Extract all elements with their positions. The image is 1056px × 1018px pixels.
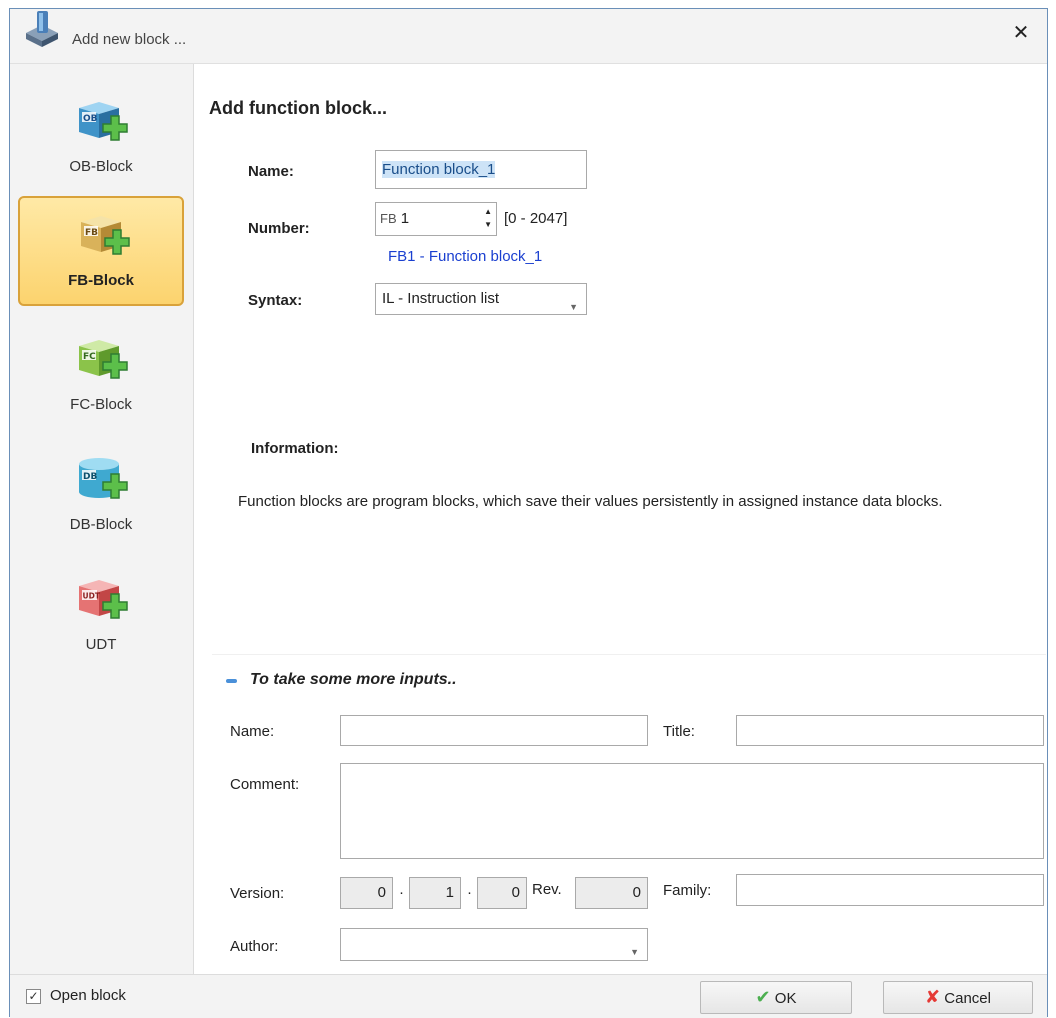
cancel-button-label: Cancel [944, 990, 991, 1007]
spin-arrows-icon[interactable]: ▲ ▼ [484, 205, 492, 231]
rev-input[interactable]: 0 [575, 877, 648, 909]
extra-name-label: Name: [230, 723, 275, 740]
version-patch-value: 0 [511, 884, 520, 901]
sidebar-item-label: UDT [85, 636, 117, 653]
udt-block-icon: UDT [79, 580, 128, 619]
family-input[interactable] [736, 874, 1044, 906]
check-icon: ✔ [755, 987, 771, 1007]
family-label: Family: [663, 882, 712, 899]
sidebar-item-label: OB-Block [69, 158, 133, 175]
rev-label: Rev. [532, 881, 562, 898]
svg-text:FC: FC [83, 352, 96, 362]
number-value: 1 [400, 210, 410, 227]
number-stepper[interactable]: FB 1 ▲ ▼ [375, 202, 497, 236]
sidebar-item-db-block[interactable]: DB DB-Block [18, 442, 184, 552]
sidebar-item-fb-block[interactable]: FB FB-Block [18, 196, 184, 306]
name-input-value: Function block_1 [382, 161, 496, 178]
collapse-icon[interactable] [226, 679, 237, 683]
main-panel: Add function block... Name: Function blo… [194, 64, 1047, 974]
db-block-icon: DB [79, 458, 128, 499]
comment-label: Comment: [230, 776, 300, 793]
svg-text:DB: DB [83, 472, 97, 482]
more-inputs-toggle[interactable]: To take some more inputs.. [250, 671, 457, 689]
more-inputs-section: To take some more inputs.. Name: Title: … [212, 654, 1046, 975]
version-label: Version: [230, 885, 285, 902]
ok-button[interactable]: ✔ OK [700, 981, 852, 1014]
information-label: Information: [251, 440, 339, 457]
title-input[interactable] [736, 715, 1044, 746]
sidebar-item-udt[interactable]: UDT UDT [18, 562, 184, 672]
chevron-down-icon: ▼ [630, 947, 639, 957]
title-label: Title: [663, 723, 695, 740]
chevron-down-icon: ▼ [569, 302, 578, 312]
block-type-sidebar: OB OB-Block FB FB-Block FC FC-Block DB D… [10, 64, 194, 974]
app-logo-icon [26, 11, 58, 47]
window-title: Add new block ... [72, 31, 187, 48]
fc-block-icon: FC [79, 340, 128, 379]
name-label: Name: [248, 163, 294, 180]
close-button[interactable]: ✕ [1009, 21, 1033, 45]
sidebar-item-label: FC-Block [70, 396, 132, 413]
title-bar: Add new block ... ✕ [10, 9, 1047, 64]
fb-block-icon: FB [81, 216, 130, 255]
version-minor-value: 1 [445, 884, 454, 901]
syntax-value: IL - Instruction list [382, 290, 499, 307]
author-select[interactable]: ▼ [340, 928, 648, 961]
extra-name-input[interactable] [340, 715, 648, 746]
sidebar-item-label: FB-Block [68, 272, 134, 289]
open-block-checkbox[interactable]: ✓ [26, 989, 41, 1004]
open-block-label[interactable]: Open block [50, 987, 126, 1004]
ob-block-icon: OB [79, 102, 128, 141]
comment-textarea[interactable] [340, 763, 1044, 859]
syntax-label: Syntax: [248, 292, 303, 309]
information-text: Function blocks are program blocks, whic… [238, 493, 943, 510]
version-major-input[interactable]: 0 [340, 877, 393, 909]
version-major-value: 0 [377, 884, 386, 901]
rev-value: 0 [632, 884, 641, 901]
page-title: Add function block... [209, 98, 387, 118]
syntax-select[interactable]: IL - Instruction list ▼ [375, 283, 587, 315]
dialog-footer: ✓ Open block ✔ OK ✘ Cancel [10, 974, 1047, 1018]
version-minor-input[interactable]: 1 [409, 877, 461, 909]
number-label: Number: [248, 220, 310, 237]
block-id-link: FB1 - Function block_1 [388, 248, 543, 265]
cancel-button[interactable]: ✘ Cancel [883, 981, 1033, 1014]
number-prefix: FB [380, 211, 397, 226]
name-input[interactable]: Function block_1 [375, 150, 587, 189]
author-label: Author: [230, 938, 279, 955]
number-range: [0 - 2047] [504, 210, 568, 227]
ok-button-label: OK [774, 990, 797, 1007]
sidebar-item-label: DB-Block [69, 516, 133, 533]
sidebar-item-fc-block[interactable]: FC FC-Block [18, 322, 184, 432]
version-patch-input[interactable]: 0 [477, 877, 527, 909]
svg-text:UDT: UDT [83, 592, 101, 601]
sidebar-item-ob-block[interactable]: OB OB-Block [18, 84, 184, 194]
version-separator: · [467, 884, 472, 901]
cancel-x-icon: ✘ [925, 987, 941, 1007]
add-block-dialog: Add new block ... ✕ OB OB-Block FB FB-Bl… [9, 8, 1048, 1018]
svg-text:OB: OB [83, 114, 98, 124]
svg-text:FB: FB [85, 228, 98, 238]
version-separator: · [399, 884, 404, 901]
